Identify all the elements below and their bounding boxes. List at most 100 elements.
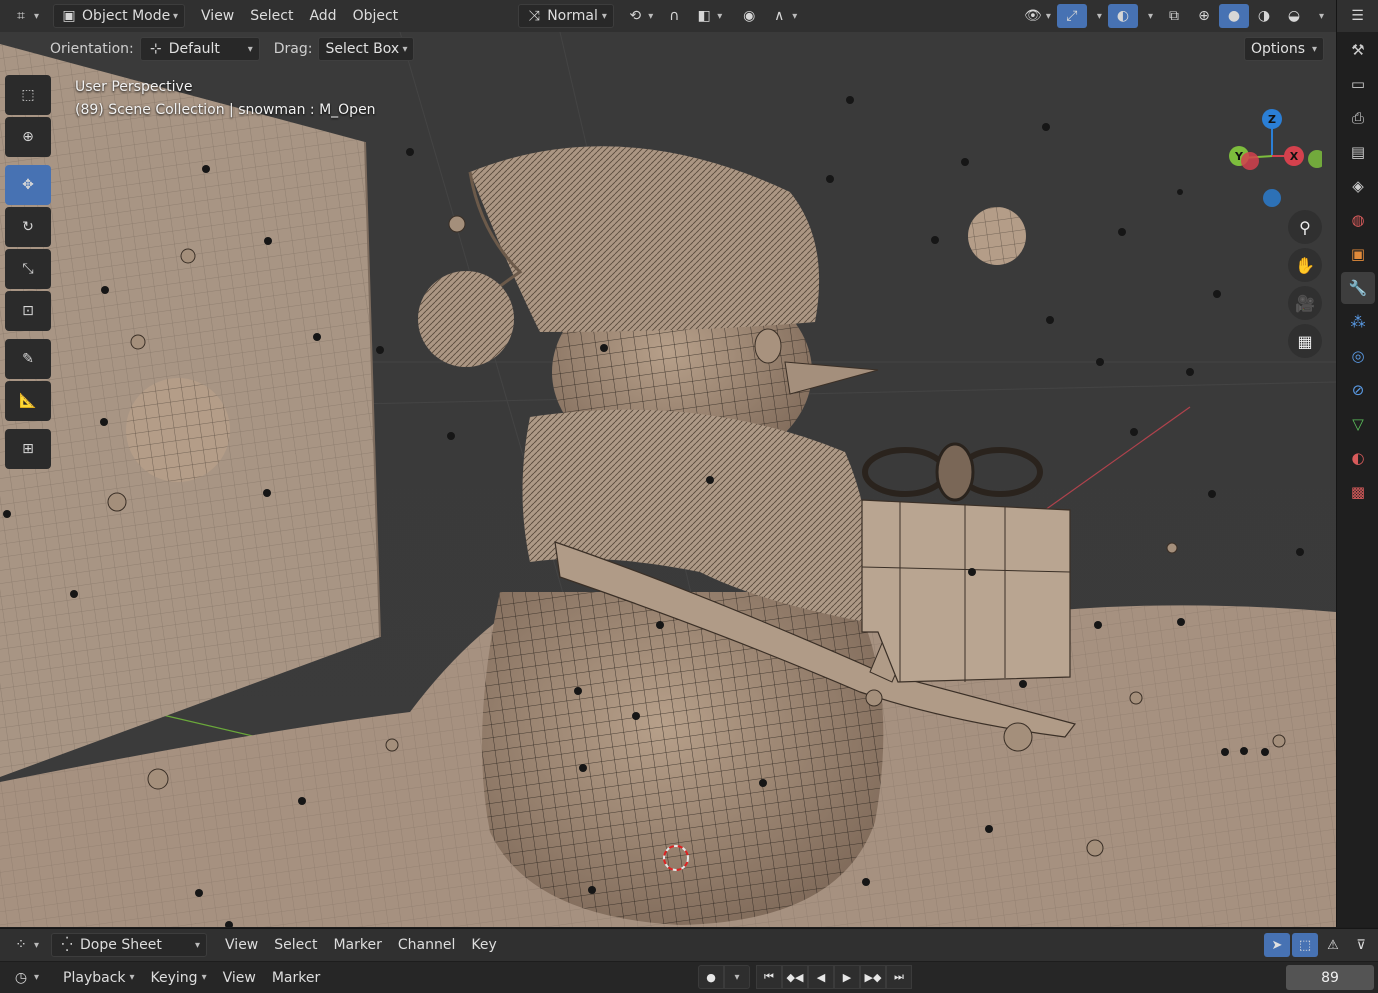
shading-dropdown[interactable]: ▾ [1309,4,1330,28]
3d-viewport[interactable]: User Perspective (89) Scene Collection |… [0,32,1336,927]
proportional-edit-toggle[interactable]: ◉ [734,4,764,28]
next-keyframe-button[interactable]: ▶◆ [860,965,886,989]
options-dropdown[interactable]: Options ▾ [1244,37,1324,61]
tab-tool[interactable]: ⚒ [1341,34,1375,66]
tab-data[interactable]: ▽ [1341,408,1375,440]
drag-label: Drag: [273,41,313,57]
tab-scene[interactable]: ◈ [1341,170,1375,202]
overlay-dropdown[interactable]: ▾ [1138,4,1159,28]
shading-wireframe[interactable]: ⊕ [1189,4,1219,28]
dope-menu-channel[interactable]: Channel [390,933,463,957]
filter-toggle[interactable]: ⊽ [1348,933,1374,957]
shading-rendered[interactable]: ◒ [1279,4,1309,28]
camera-icon[interactable]: 🎥 [1288,286,1322,320]
record-dot-icon: ● [706,970,716,984]
snap-target-button[interactable]: ◧ ▾ [689,4,728,28]
zoom-icon[interactable]: ⚲ [1288,210,1322,244]
dope-menu-marker[interactable]: Marker [325,933,389,957]
tab-output[interactable]: ⎙ [1341,102,1375,134]
drag-value: Select Box [325,41,400,57]
editor-type-button[interactable]: ⌗ ▾ [6,4,45,28]
dope-menu-select[interactable]: Select [266,933,325,957]
play-reverse-button[interactable]: ◀ [808,965,834,989]
move-icon: ✥ [22,177,34,193]
cursor-tool[interactable]: ⊕ [5,117,51,157]
playback-menu[interactable]: Playback ▾ [55,966,143,990]
tab-physics[interactable]: ◎ [1341,340,1375,372]
falloff-button[interactable]: ∧ ▾ [764,4,803,28]
only-errors-toggle[interactable]: ⚠ [1320,933,1346,957]
menu-select[interactable]: Select [242,4,301,28]
dope-menu-view[interactable]: View [217,933,266,957]
overlay-toggle[interactable]: ◐ [1107,4,1138,28]
annotate-tool[interactable]: ✎ [5,339,51,379]
tool-shelf: ⬚ ⊕ ✥ ↻ ⤡ ⊡ ✎ 📐 ⊞ [5,75,53,471]
xray-toggle[interactable]: ⧉ [1159,4,1189,28]
auto-key-dropdown[interactable]: ▾ [724,965,750,989]
proportional-icon: ◉ [743,8,756,24]
overlay-icon: ◐ [1116,8,1130,24]
transform-orientation-dropdown[interactable]: ⤨ Normal ▾ [518,4,615,28]
tab-constraints[interactable]: ⊘ [1341,374,1375,406]
jump-start-icon: ⏮ [764,970,774,983]
mode-dropdown[interactable]: ▣ Object Mode ▾ [53,4,186,28]
orientation-label: Orientation: [50,41,134,57]
tab-particles[interactable]: ⁂ [1341,306,1375,338]
timeline-editor-type-button[interactable]: ◷ ▾ [6,966,45,990]
transform-icon: ⊡ [22,303,34,319]
magnet-icon: ∩ [669,8,680,24]
tab-view-layer[interactable]: ▤ [1341,136,1375,168]
snap-toggle[interactable]: ∩ [659,4,689,28]
menu-view[interactable]: View [193,4,242,28]
show-hidden-toggle[interactable]: ⬚ [1292,933,1318,957]
navigation-gizmo[interactable]: Z Y X [1222,106,1322,216]
physics-orbit-icon: ◎ [1351,347,1365,365]
xray-icon: ⧉ [1168,8,1179,24]
dope-mode-dropdown[interactable]: ⁛ Dope Sheet ▾ [51,933,208,957]
rotate-tool[interactable]: ↻ [5,207,51,247]
properties-editor-button[interactable]: ☰ [1337,0,1378,32]
add-cube-tool[interactable]: ⊞ [5,429,51,469]
particles-icon: ⁂ [1350,313,1366,331]
drag-dropdown[interactable]: Select Box ▾ [318,37,415,61]
world-globe-icon: ◍ [1351,211,1365,229]
keying-menu[interactable]: Keying ▾ [143,966,215,990]
menu-add[interactable]: Add [301,4,344,28]
tab-object[interactable]: ▣ [1341,238,1375,270]
timeline-menu-marker[interactable]: Marker [264,966,328,990]
viewport-navigation: ⚲ ✋ 🎥 ▦ [1288,210,1322,362]
shading-solid[interactable]: ● [1218,4,1249,28]
jump-end-button[interactable]: ⏭ [886,965,912,989]
gizmo-toggle[interactable]: ⤢ [1056,4,1087,28]
wrench-screwdriver-icon: ⚒ [1351,41,1365,59]
jump-start-button[interactable]: ⏮ [756,965,782,989]
visibility-button[interactable]: 👁 ▾ [1018,4,1057,28]
prev-keyframe-button[interactable]: ◆◀ [782,965,808,989]
scale-tool[interactable]: ⤡ [5,249,51,289]
measure-tool[interactable]: 📐 [5,381,51,421]
orientation-value: Default [168,41,220,57]
transform-tool[interactable]: ⊡ [5,291,51,331]
dope-menu-key[interactable]: Key [463,933,504,957]
tab-texture[interactable]: ▩ [1341,476,1375,508]
play-button[interactable]: ▶ [834,965,860,989]
tab-modifiers[interactable]: 🔧 [1341,272,1375,304]
tab-material[interactable]: ◐ [1341,442,1375,474]
orientation-dropdown[interactable]: ⊹ Default ▾ [139,37,260,61]
tab-render[interactable]: ▭ [1341,68,1375,100]
pivot-point-button[interactable]: ⟲ ▾ [620,4,659,28]
timeline-menu-view[interactable]: View [215,966,264,990]
auto-key-toggle[interactable]: ● [698,965,724,989]
current-frame-field[interactable]: 89 [1286,965,1374,990]
grid-ortho-icon[interactable]: ▦ [1288,324,1322,358]
gizmo-dropdown[interactable]: ▾ [1087,4,1108,28]
tab-world[interactable]: ◍ [1341,204,1375,236]
properties-editor-icon: ☰ [1351,8,1364,24]
only-selected-toggle[interactable]: ➤ [1264,933,1290,957]
select-box-tool[interactable]: ⬚ [5,75,51,115]
menu-object[interactable]: Object [345,4,407,28]
move-tool[interactable]: ✥ [5,165,51,205]
hand-pan-icon[interactable]: ✋ [1288,248,1322,282]
shading-material[interactable]: ◑ [1249,4,1279,28]
dope-editor-type-button[interactable]: ⁘ ▾ [6,933,45,957]
